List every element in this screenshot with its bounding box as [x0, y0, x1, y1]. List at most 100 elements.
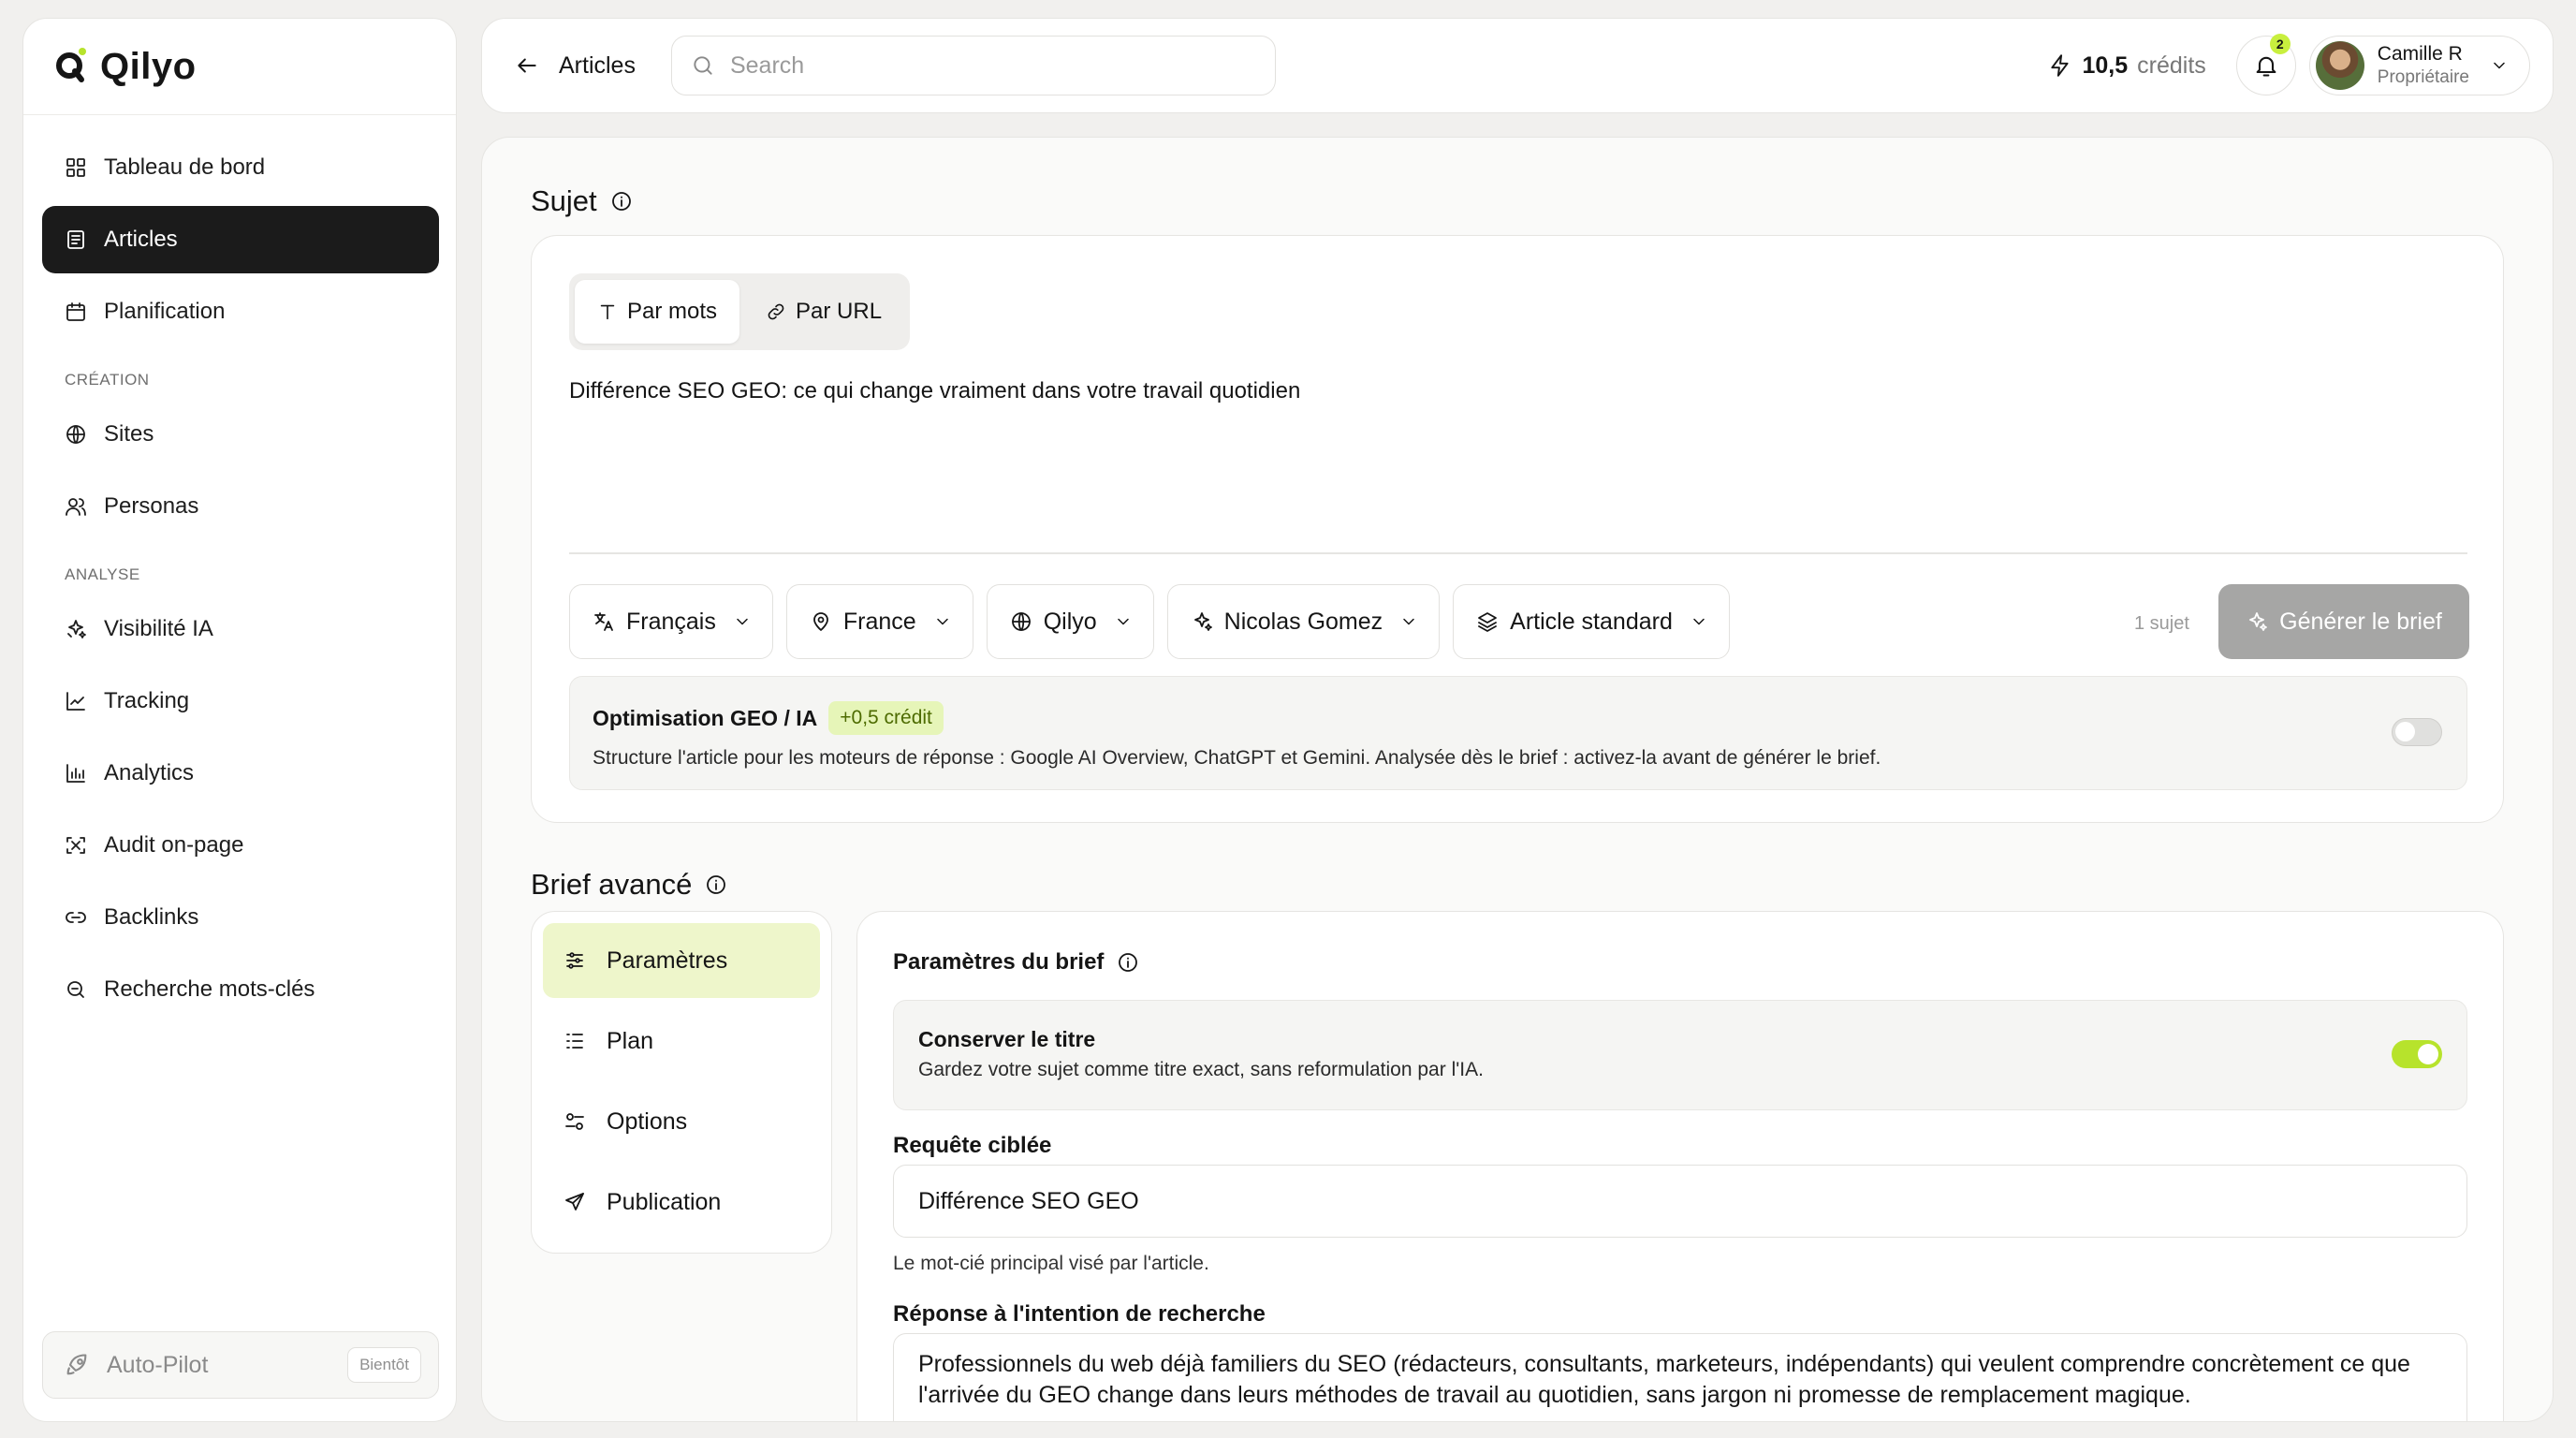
chevron-down-icon: [737, 618, 748, 625]
country-select[interactable]: France: [785, 584, 973, 659]
link-icon: [768, 303, 784, 320]
generate-brief-button[interactable]: Générer le brief: [2218, 584, 2469, 659]
sidebar-item-planification[interactable]: Planification: [42, 278, 439, 345]
autopilot-item[interactable]: Auto-Pilot Bientôt: [42, 1331, 439, 1399]
target-query-value: Différence SEO GEO: [918, 1187, 1139, 1214]
brief-section-title: Brief avancé: [531, 868, 727, 902]
brief-parameters-card: Paramètres du brief Conserver le titre G…: [856, 911, 2504, 1421]
sidebar-item-backlinks[interactable]: Backlinks: [42, 884, 439, 951]
target-query-input[interactable]: Différence SEO GEO: [893, 1165, 2467, 1238]
toggle-knob: [2418, 1044, 2438, 1064]
tab-par-mots[interactable]: Par mots: [575, 280, 740, 344]
bar-chart-icon: [66, 764, 85, 783]
section-label-analyse: ANALYSE: [65, 565, 140, 583]
globe-icon: [1011, 612, 1031, 631]
credits-label: crédits: [2137, 51, 2206, 79]
user-name: Camille R: [2377, 43, 2463, 65]
persona-value: Nicolas Gomez: [1223, 608, 1383, 635]
brief-filters: Français France Qilyo Nicolas Gomez Arti: [569, 584, 1730, 659]
sidebar-item-analytics[interactable]: Analytics: [42, 740, 439, 807]
sidebar-item-articles[interactable]: Articles: [42, 206, 439, 273]
top-bar: Articles 10,5 crédits 2 Camille R Propri…: [481, 18, 2554, 113]
calendar-icon: [66, 302, 85, 321]
brief-menu: Paramètres Plan Options Publication: [531, 911, 832, 1254]
sidebar-item-label: Backlinks: [104, 904, 199, 930]
sidebar-item-label: Personas: [104, 493, 199, 519]
subject-card: Par mots Par URL Différence SEO GEO: ce …: [531, 235, 2504, 823]
brief-menu-label: Options: [607, 1108, 688, 1135]
site-select[interactable]: Qilyo: [986, 584, 1154, 659]
subject-input[interactable]: Différence SEO GEO: ce qui change vraime…: [569, 378, 1300, 404]
info-icon[interactable]: [705, 873, 727, 896]
tab-label: Par mots: [627, 299, 718, 324]
search-input[interactable]: [729, 51, 1217, 80]
brief-menu-plan[interactable]: Plan: [543, 1004, 820, 1078]
format-value: Article standard: [1510, 608, 1673, 635]
geo-toggle[interactable]: [2392, 718, 2442, 746]
geo-title-row: Optimisation GEO / IA +0,5 crédit: [593, 701, 944, 735]
chevron-down-icon: [1403, 618, 1414, 625]
sidebar-item-tracking[interactable]: Tracking: [42, 668, 439, 735]
notification-count-badge: 2: [2269, 34, 2291, 54]
send-icon: [565, 1193, 584, 1211]
persona-select[interactable]: Nicolas Gomez: [1166, 584, 1441, 659]
subject-count: 1 sujet: [2134, 613, 2189, 634]
sidebar-item-recherche-mots-cles[interactable]: Recherche mots-clés: [42, 956, 439, 1023]
layers-icon: [1478, 612, 1498, 632]
geo-title: Optimisation GEO / IA: [593, 705, 818, 730]
intent-textarea[interactable]: Professionnels du web déjà familiers du …: [893, 1333, 2467, 1421]
info-icon[interactable]: [610, 190, 633, 213]
logo[interactable]: Qilyo: [23, 19, 456, 115]
search-icon: [694, 56, 712, 75]
page-title: Sujet: [531, 184, 597, 217]
sidebar-item-label: Audit on-page: [104, 832, 244, 858]
qilyo-logo-icon: [56, 48, 86, 82]
search-box[interactable]: [670, 36, 1276, 95]
keep-title-toggle[interactable]: [2392, 1040, 2442, 1068]
sidebar-item-sites[interactable]: Sites: [42, 401, 439, 468]
sidebar-item-label: Sites: [104, 421, 154, 447]
input-mode-toggle: Par mots Par URL: [569, 273, 911, 350]
format-select[interactable]: Article standard: [1453, 584, 1730, 659]
autopilot-label: Auto-Pilot: [107, 1351, 209, 1378]
credit-cost-badge: +0,5 crédit: [828, 701, 944, 735]
section-label-creation: CRÉATION: [65, 371, 150, 389]
breadcrumb: Articles: [559, 51, 636, 79]
info-icon[interactable]: [1117, 951, 1139, 974]
users-icon: [66, 498, 86, 516]
user-menu[interactable]: Camille R Propriétaire: [2308, 36, 2530, 95]
credits-value: 10,5: [2082, 51, 2129, 79]
sidebar-item-personas[interactable]: Personas: [42, 473, 439, 540]
brief-menu-label: Publication: [607, 1188, 722, 1215]
brief-title: Brief avancé: [531, 868, 693, 901]
line-chart-icon: [66, 692, 85, 711]
brief-menu-publication[interactable]: Publication: [543, 1165, 820, 1240]
sidebar-item-label: Analytics: [104, 760, 195, 785]
language-select[interactable]: Français: [569, 584, 773, 659]
sidebar-item-visibilite-ia[interactable]: Visibilité IA: [42, 595, 439, 663]
brief-menu-parametres[interactable]: Paramètres: [543, 923, 820, 998]
notifications-button[interactable]: 2: [2235, 34, 2296, 95]
target-query-hint: Le mot-cié principal visé par l'article.: [893, 1253, 1209, 1274]
sidebar-item-dashboard[interactable]: Tableau de bord: [42, 134, 439, 201]
sidebar-item-audit-on-page[interactable]: Audit on-page: [42, 812, 439, 879]
tab-par-url[interactable]: Par URL: [743, 280, 904, 344]
back-button[interactable]: [508, 47, 546, 84]
keep-title-label: Conserver le titre: [918, 1027, 1096, 1051]
toggle-knob: [2395, 722, 2415, 741]
sidebar-item-label: Planification: [104, 299, 226, 324]
subject-section-title: Sujet: [531, 184, 633, 218]
geo-description: Structure l'article pour les moteurs de …: [593, 747, 1881, 769]
sidebar-item-label: Recherche mots-clés: [104, 976, 315, 1002]
globe-icon: [66, 425, 85, 444]
dashboard-icon: [66, 158, 85, 177]
lightning-icon: [2051, 54, 2070, 77]
toggles-icon: [565, 1113, 584, 1130]
sidebar: Qilyo Tableau de bord Articles Planifica…: [22, 18, 457, 1422]
keep-title-description: Gardez votre sujet comme titre exact, sa…: [918, 1059, 1484, 1080]
avatar: [2315, 41, 2364, 90]
brief-menu-options[interactable]: Options: [543, 1084, 820, 1159]
params-title: Paramètres du brief: [893, 949, 1105, 975]
target-query-label: Requête ciblée: [893, 1133, 1052, 1158]
keyword-search-icon: [67, 981, 84, 998]
